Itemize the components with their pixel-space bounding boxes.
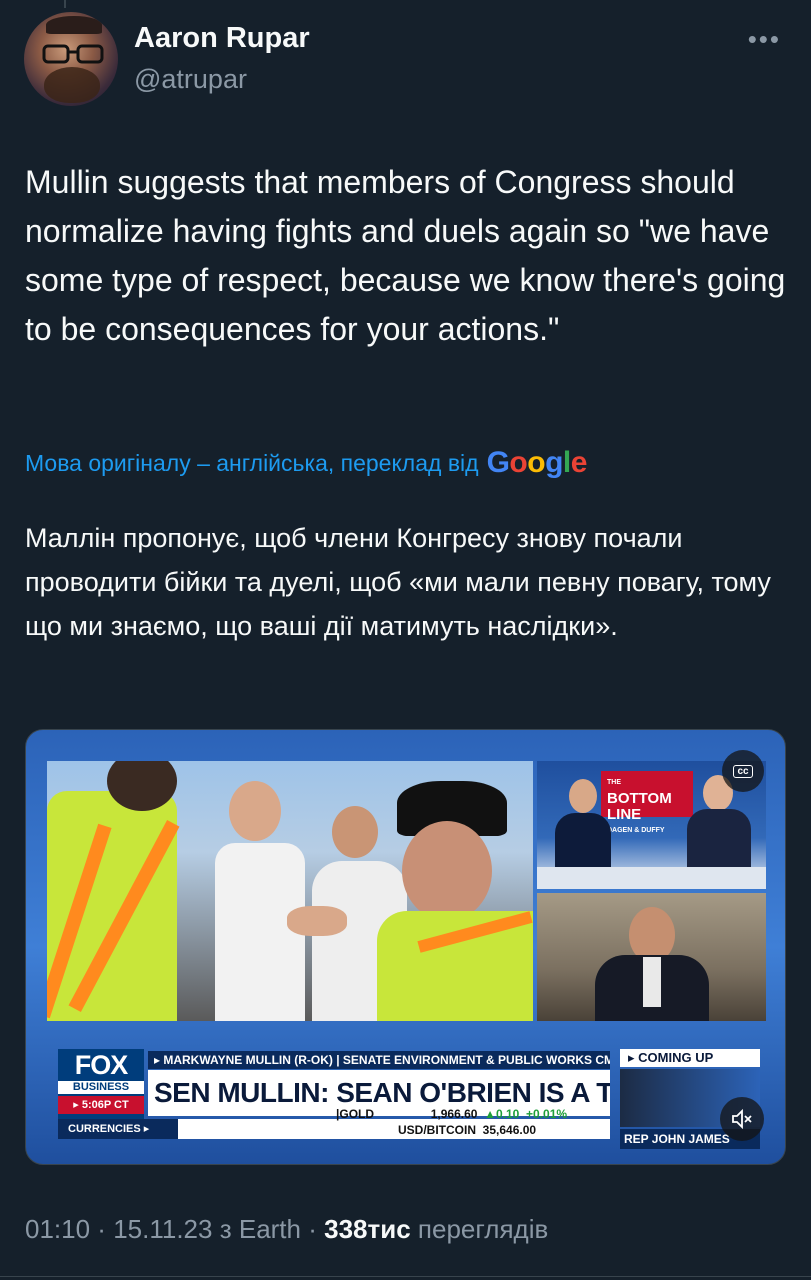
- avatar-glasses: [42, 44, 104, 64]
- views-count: 338тис: [324, 1214, 411, 1244]
- author-handle[interactable]: @atrupar: [134, 64, 247, 95]
- translation-note-text: Мова оригіналу – англійська, переклад ві…: [25, 449, 479, 476]
- gold-value: 1,966.60: [430, 1107, 478, 1121]
- ticker-gold: |GOLD 1,966.60 ▲0.10 +0.01%: [336, 1107, 567, 1121]
- show-logo-line2: BOTTOM: [607, 790, 672, 807]
- avatar-beard: [44, 67, 100, 103]
- gold-change: ▲0.10: [484, 1107, 520, 1121]
- avatar-hair: [46, 16, 102, 34]
- gold-label: |GOLD: [336, 1107, 375, 1121]
- views-label: переглядів: [417, 1214, 549, 1244]
- ticker-currencies-label: CURRENCIES ▸: [58, 1119, 178, 1139]
- video-scene-interview: [537, 893, 766, 1021]
- author-name[interactable]: Aaron Rupar: [134, 22, 310, 55]
- video-player[interactable]: THE BOTTOM LINE DAGEN & DUFFY cc FOX BUS…: [25, 729, 786, 1165]
- translated-text: Маллін пропонує, щоб члени Конгресу знов…: [25, 523, 771, 641]
- network-logo-line1: FOX: [74, 1050, 129, 1080]
- avatar[interactable]: [24, 12, 118, 106]
- speaker-muted-icon: [732, 1108, 752, 1130]
- market-ticker: CURRENCIES ▸ |GOLD 1,966.60 ▲0.10 +0.01%…: [58, 1107, 610, 1139]
- btc-value: 35,646.00: [482, 1123, 537, 1137]
- broadcast-time: ▸ 5:06P CT: [58, 1096, 144, 1114]
- divider: [0, 1276, 811, 1277]
- translation-note: Мова оригіналу – англійська, переклад ві…: [25, 446, 587, 480]
- network-logo: FOX BUSINESS ▸ 5:06P CT: [58, 1049, 144, 1119]
- tweet-metadata: 01:10 · 15.11.23 з Earth · 338тис перегл…: [25, 1214, 549, 1244]
- show-logo-line3: LINE: [607, 806, 642, 823]
- btc-label: USD/BITCOIN: [398, 1123, 476, 1137]
- tweet-date[interactable]: 15.11.23: [113, 1214, 212, 1244]
- show-logo-line1: THE: [607, 779, 621, 786]
- thread-connector-line: [64, 0, 66, 8]
- cc-label: cc: [733, 764, 753, 778]
- tweet-text: Mullin suggests that members of Congress…: [25, 164, 786, 347]
- tv-lower-third: FOX BUSINESS ▸ 5:06P CT ▸ MARKWAYNE MULL…: [58, 1049, 760, 1153]
- gold-percent: +0.01%: [526, 1107, 568, 1121]
- google-logo: Google: [486, 446, 588, 479]
- ticker-bitcoin: USD/BITCOIN 35,646.00: [398, 1123, 536, 1137]
- network-logo-line2: BUSINESS: [58, 1081, 144, 1094]
- tweet-header: Aaron Rupar @atrupar •••: [24, 12, 787, 108]
- closed-captions-button[interactable]: cc: [722, 750, 764, 792]
- tweet-time[interactable]: 01:10: [25, 1214, 90, 1244]
- show-logo: THE BOTTOM LINE DAGEN & DUFFY: [601, 771, 693, 834]
- video-scene-main: [47, 761, 533, 1021]
- show-logo-sub: DAGEN & DUFFY: [607, 827, 665, 834]
- coming-up-label: ▸ COMING UP: [620, 1049, 760, 1067]
- tweet-source: з Earth: [219, 1214, 301, 1244]
- more-options-icon[interactable]: •••: [748, 24, 781, 55]
- chyron-subtitle: ▸ MARKWAYNE MULLIN (R-OK) | SENATE ENVIR…: [148, 1051, 610, 1069]
- volume-muted-icon[interactable]: [720, 1097, 764, 1141]
